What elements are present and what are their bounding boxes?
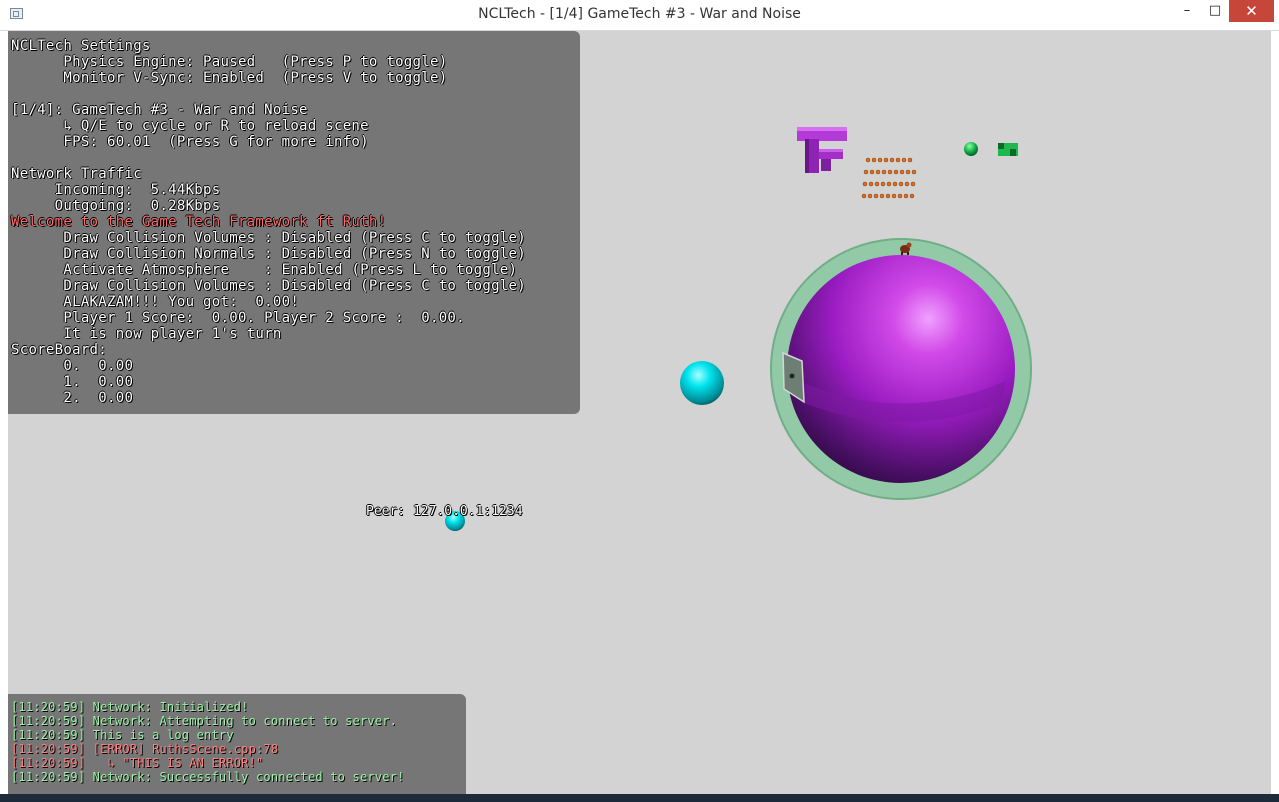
alakazam-line: ALAKAZAM!!! You got: 0.00! [11,294,300,310]
log-console: [11:20:59] Network: Initialized! [11:20:… [8,694,466,794]
player-score-line: Player 1 Score: 0.00. Player 2 Score : 0… [11,310,465,326]
close-button[interactable]: ✕ [1229,0,1274,22]
window-titlebar: NCLTech - [1/4] GameTech #3 - War and No… [0,0,1279,31]
scoreboard-row: 0. 0.00 [11,358,134,374]
particle-row-4 [861,193,915,199]
scoreboard-row: 2. 0.00 [11,390,134,406]
window-title: NCLTech - [1/4] GameTech #3 - War and No… [478,6,801,22]
scoreboard-row: 1. 0.00 [11,374,134,390]
purple-block-structure [797,127,847,173]
maximize-button[interactable]: □ [1200,0,1230,22]
settings-overlay: NCLTech Settings Physics Engine: Paused … [8,31,580,414]
orange-particle-grid [861,157,917,199]
incoming-line: Incoming: 5.44Kbps [11,182,221,198]
particle-row-2 [863,169,917,175]
log-entry: [11:20:59] Network: Initialized! [11,700,249,714]
minimize-button[interactable]: – [1172,0,1202,22]
log-entry-error: [11:20:59] [ERROR] RuthsScene.cpp:78 [11,742,279,756]
collision-volumes-line: Draw Collision Volumes : Disabled (Press… [11,230,526,246]
atmosphere-line: Activate Atmosphere : Enabled (Press L t… [11,262,518,278]
log-entry: [11:20:59] This is a log entry [11,728,234,742]
outgoing-line: Outgoing: 0.28Kbps [11,198,221,214]
log-entry: [11:20:59] Network: Attempting to connec… [11,714,398,728]
log-entry: [11:20:59] Network: Successfully connect… [11,770,405,784]
peer-label: Peer: 127.0.0.1:1234 [366,504,523,519]
fps-line: FPS: 60.01 (Press G for more info) [11,134,369,150]
scene-cycle-hint: ↳ Q/E to cycle or R to reload scene [11,118,369,134]
vsync-line: Monitor V-Sync: Enabled (Press V to togg… [11,70,448,86]
green-ball [964,142,978,156]
particle-row-3 [862,181,916,187]
network-traffic-header: Network Traffic [11,166,142,182]
particle-row-1 [865,157,913,163]
green-cube [998,143,1018,156]
planet-sphere [787,255,1015,483]
scoreboard-header: ScoreBoard: [11,342,108,358]
collision-normals-line: Draw Collision Normals : Disabled (Press… [11,246,526,262]
log-entry-error: [11:20:59] ↳ "THIS IS AN ERROR!" [11,756,264,770]
turn-line: It is now player 1's turn [11,326,282,342]
cyan-ball [680,361,724,405]
collision-volumes-line-2: Draw Collision Volumes : Disabled (Press… [11,278,526,294]
settings-header: NCLTech Settings [11,38,151,54]
background-strip [0,794,1279,802]
welcome-line: Welcome to the Game Tech Framework ft Ru… [11,214,387,230]
physics-engine-line: Physics Engine: Paused (Press P to toggl… [11,54,448,70]
scene-title-line: [1/4]: GameTech #3 - War and Noise [11,102,308,118]
game-viewport[interactable]: Peer: 127.0.0.1:1234 NCLTech Settings Ph… [8,31,1271,794]
